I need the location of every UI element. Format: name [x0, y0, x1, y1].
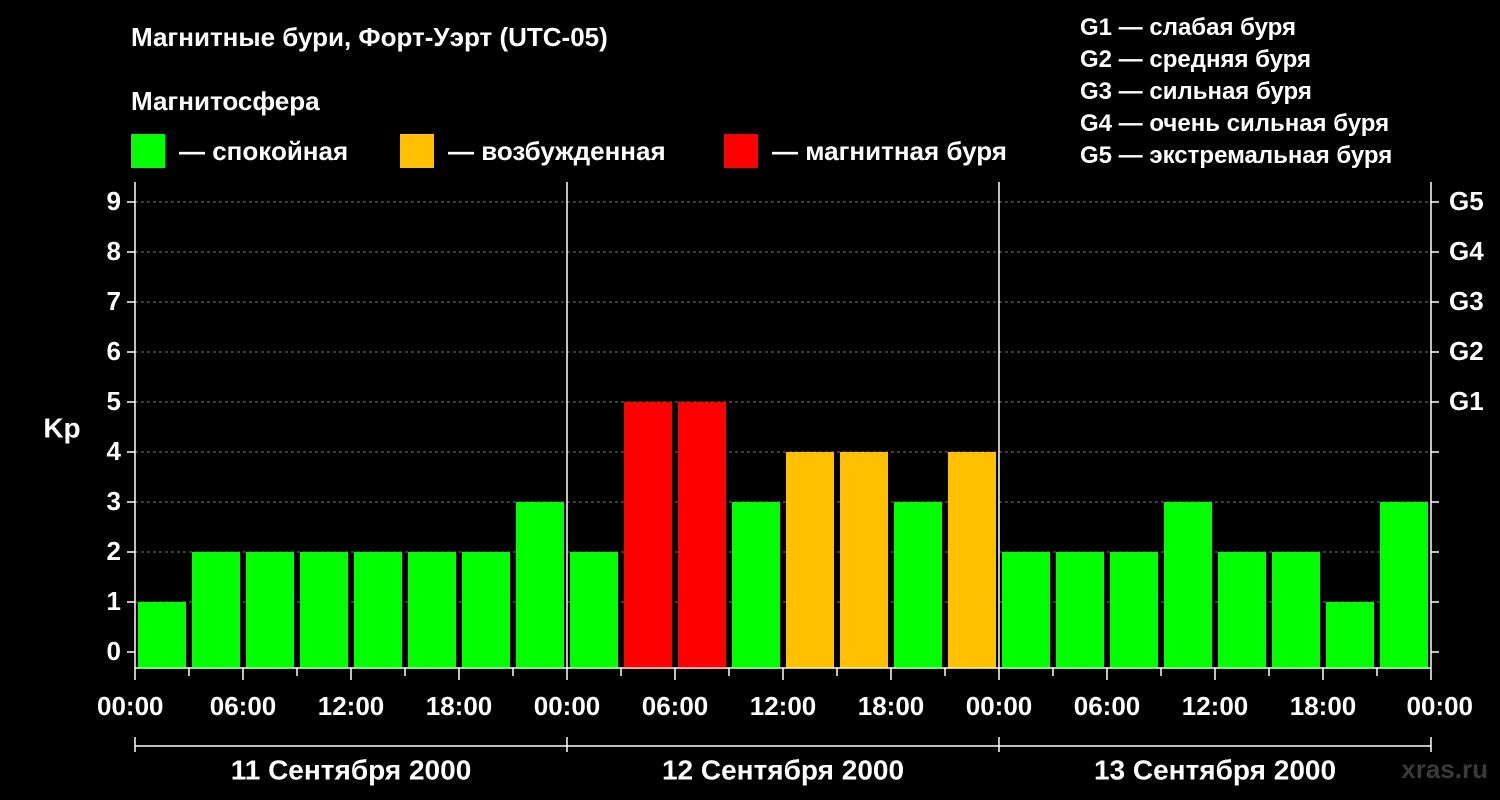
y-tick-label: 5 [107, 386, 121, 416]
kp-bar [516, 502, 564, 668]
day-label: 12 Сентября 2000 [662, 754, 904, 785]
kp-bar [624, 402, 672, 668]
x-tick-label: 18:00 [1290, 691, 1357, 721]
x-tick-label: 06:00 [210, 691, 277, 721]
kp-bar [948, 452, 996, 668]
kp-bar [138, 602, 186, 668]
kp-bar [894, 502, 942, 668]
kp-bar [1056, 552, 1104, 668]
g-scale-tick-label: G4 [1449, 236, 1484, 266]
y-tick-label: 9 [107, 186, 121, 216]
kp-bar [786, 452, 834, 668]
x-tick-label: 12:00 [1182, 691, 1249, 721]
day-label: 11 Сентября 2000 [231, 754, 472, 785]
x-tick-label: 12:00 [318, 691, 385, 721]
kp-bar [408, 552, 456, 668]
kp-bar [246, 552, 294, 668]
kp-bar [732, 502, 780, 668]
kp-bar [1164, 502, 1212, 668]
g-scale-tick-label: G3 [1449, 286, 1484, 316]
y-tick-label: 0 [107, 636, 121, 666]
kp-bar [1218, 552, 1266, 668]
y-tick-label: 2 [107, 536, 121, 566]
kp-bar [1380, 502, 1428, 668]
y-tick-label: 4 [107, 436, 122, 466]
watermark: xras.ru [1401, 754, 1488, 784]
x-tick-label: 18:00 [426, 691, 493, 721]
x-tick-label: 12:00 [750, 691, 817, 721]
kp-bar-chart: 0 1 2 3 4 5 6 7 8 9 G1 G2 G3 G4 G5 Kp 00:00 06:00 12:00 18:… [43, 182, 1484, 785]
y-tick-label: 7 [107, 286, 121, 316]
g-scale-tick-label: G2 [1449, 336, 1484, 366]
kp-bar [1002, 552, 1050, 668]
day-label: 13 Сентября 2000 [1094, 754, 1336, 785]
x-tick-label: 00:00 [966, 691, 1033, 721]
x-tick-label: 00:00 [97, 691, 164, 721]
x-tick-label: 00:00 [1407, 691, 1474, 721]
y-tick-label: 3 [107, 486, 121, 516]
kp-bar [300, 552, 348, 668]
kp-bar [1110, 552, 1158, 668]
y-tick-label: 8 [107, 236, 121, 266]
y-tick-label: 6 [107, 336, 121, 366]
y-tick-label: 1 [107, 586, 121, 616]
x-tick-label: 18:00 [858, 691, 925, 721]
kp-bar [678, 402, 726, 668]
kp-bar [354, 552, 402, 668]
kp-bar [192, 552, 240, 668]
x-tick-label: 06:00 [1074, 691, 1141, 721]
x-tick-label: 06:00 [642, 691, 709, 721]
g-scale-tick-label: G5 [1449, 186, 1484, 216]
kp-bar [462, 552, 510, 668]
x-tick-label: 00:00 [534, 691, 601, 721]
kp-bar [840, 452, 888, 668]
y-axis-label: Kp [43, 412, 80, 443]
kp-bar [1326, 602, 1374, 668]
kp-bar [570, 552, 618, 668]
g-scale-tick-label: G1 [1449, 386, 1484, 416]
kp-bar [1272, 552, 1320, 668]
